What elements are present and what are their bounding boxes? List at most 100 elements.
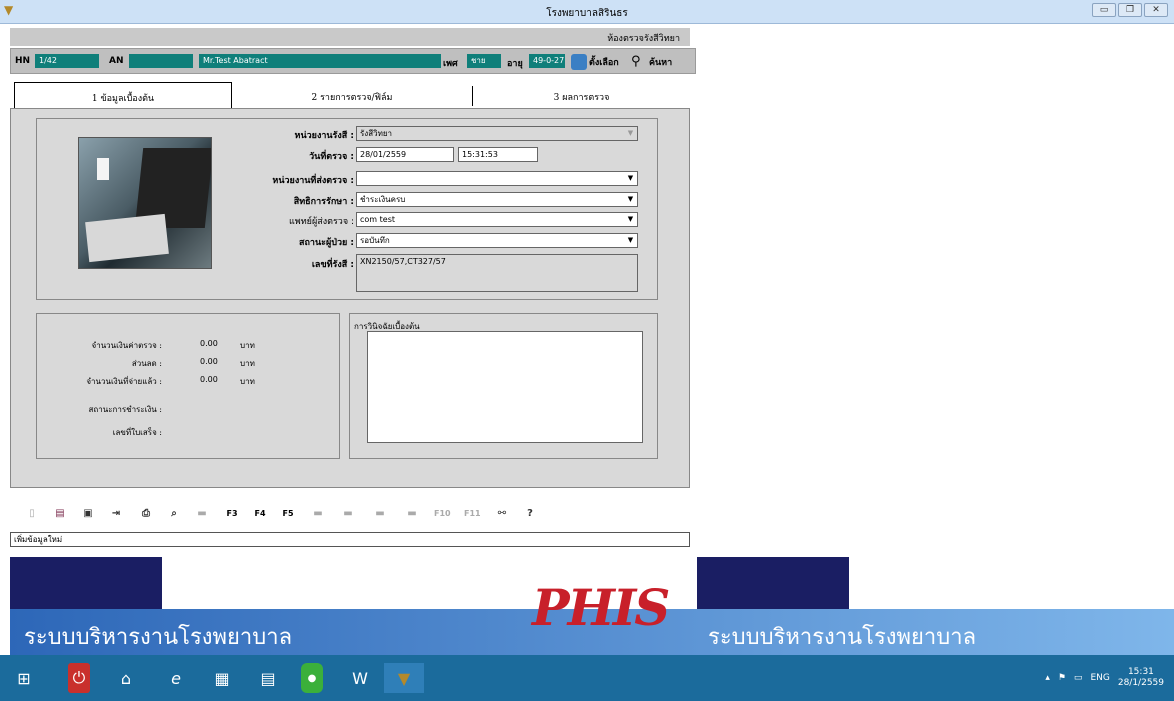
line-icon[interactable]: ● — [301, 663, 323, 693]
hn-label: HN — [15, 56, 31, 66]
xray-number-field[interactable]: XN2150/57,CT327/57 — [356, 254, 638, 292]
banner-block — [697, 557, 849, 609]
age-field[interactable]: 49-0-27 — [529, 54, 565, 68]
patient-status-label: สถานะผู้ป่วย : — [298, 238, 354, 248]
phis-logo-text: PHIS — [532, 578, 670, 637]
tab-basic-info[interactable]: 1 ข้อมูลเบื้องต้น — [14, 82, 232, 108]
binoculars-icon[interactable]: ⚯ — [494, 506, 510, 522]
phis-logo: PHIS — [522, 560, 682, 650]
language-indicator[interactable]: ENG — [1090, 673, 1109, 683]
patient-bar: HN 1/42 AN Mr.Test Abatract เพศ ชาย อายุ… — [10, 48, 696, 74]
unit-select[interactable]: รังสีวิทยา ▼ — [356, 126, 638, 141]
diagnosis-textarea[interactable] — [367, 331, 643, 443]
clock[interactable]: 15:31 28/1/2559 — [1118, 667, 1164, 689]
tab-exam-list[interactable]: 2 รายการตรวจ/ฟิล์ม — [232, 82, 472, 108]
network-icon[interactable]: ▭ — [1074, 673, 1083, 683]
search-button[interactable]: ⚲ ค้นหา — [631, 51, 672, 73]
select-button-label: ตั้งเลือก — [589, 58, 619, 68]
rights-select[interactable]: ชำระเงินครบ ▼ — [356, 192, 638, 207]
form-title: ห้องตรวจรังสีวิทยา — [607, 34, 680, 44]
calculator-icon[interactable]: ▦ — [206, 663, 238, 693]
billing-unit: บาท — [240, 341, 255, 350]
chevron-down-icon: ▼ — [627, 129, 634, 137]
bottom-toolbar: ▯ ▤ ▣ ⇥ ⎙ ⌕ ▬ F3 F4 F5 ▬ ▬ ▬ ▬ F10 F11 ⚯… — [10, 500, 690, 530]
chevron-up-icon[interactable]: ▴ — [1045, 673, 1050, 683]
sex-field[interactable]: ชาย — [467, 54, 501, 68]
new-file-icon[interactable]: ▯ — [24, 506, 40, 522]
banner-text-right: ระบบบริหารงานโรงพยาบาล — [708, 625, 977, 650]
phis-app-icon[interactable]: ▼ — [384, 663, 424, 693]
magnifier-icon: ⚲ — [631, 54, 641, 69]
an-field[interactable] — [129, 54, 193, 68]
taskbar: ⊞ ⏻ ⌂ e ▦ ▤ ● W ▼ ▴ ⚑ ▭ ENG 15:31 28/1/2… — [0, 655, 1174, 701]
preview-icon[interactable]: ⌕ — [166, 506, 182, 522]
hn-field[interactable]: 1/42 — [35, 54, 99, 68]
word-icon[interactable]: W — [344, 663, 376, 693]
billing-unit: บาท — [240, 359, 255, 368]
f5-button[interactable]: F5 — [280, 506, 296, 522]
start-icon[interactable]: ⊞ — [8, 663, 40, 693]
sender-select[interactable]: ▼ — [356, 171, 638, 186]
billing-label: ส่วนลด : — [131, 359, 162, 368]
rights-value: ชำระเงินครบ — [360, 195, 406, 204]
system-tray: ▴ ⚑ ▭ ENG 15:31 28/1/2559 — [1045, 667, 1164, 689]
select-button[interactable]: ตั้งเลือก — [571, 51, 619, 73]
maximize-button[interactable]: ❐ — [1118, 3, 1142, 17]
patient-status-value: รอบันทึก — [360, 236, 390, 245]
billing-label: จำนวนเงินค่าตรวจ : — [91, 341, 162, 350]
rights-label: สิทธิการรักษา : — [293, 197, 354, 207]
tab-results[interactable]: 3 ผลการตรวจ — [473, 82, 690, 108]
search-button-label: ค้นหา — [649, 58, 673, 68]
patient-photo — [78, 137, 212, 269]
print-icon[interactable]: ⎙ — [138, 506, 154, 522]
xray-number-label: เลขที่รังสี : — [311, 260, 354, 270]
title-bar: ▼ โรงพยาบาลสิรินธร ▭ ❐ ✕ — [0, 0, 1174, 24]
image-icon[interactable]: ▬ — [404, 506, 420, 522]
image-icon[interactable]: ▬ — [372, 506, 388, 522]
time-field[interactable]: 15:31:53 — [458, 147, 538, 162]
close-button[interactable]: ✕ — [1144, 3, 1168, 17]
delete-icon[interactable]: ▤ — [52, 506, 68, 522]
date-field[interactable]: 28/01/2559 — [356, 147, 454, 162]
tab-strip: 1 ข้อมูลเบื้องต้น 2 รายการตรวจ/ฟิล์ม 3 ผ… — [10, 82, 690, 108]
sex-label: เพศ — [443, 59, 458, 69]
billing-label: เลขที่ใบเสร็จ : — [112, 428, 162, 437]
unit-label: หน่วยงานรังสี : — [294, 131, 354, 141]
window-controls: ▭ ❐ ✕ — [1092, 3, 1168, 17]
file-explorer-icon[interactable]: ▤ — [252, 663, 284, 693]
chevron-down-icon: ▼ — [627, 174, 634, 182]
save-icon[interactable]: ▣ — [80, 506, 96, 522]
folder-icon — [571, 54, 587, 70]
patient-name-field[interactable]: Mr.Test Abatract — [199, 54, 441, 68]
age-label: อายุ — [507, 59, 523, 69]
clock-time: 15:31 — [1127, 667, 1154, 677]
chevron-down-icon: ▼ — [627, 215, 634, 223]
doctor-label: แพทย์ผู้ส่งตรวจ : — [289, 217, 354, 227]
home-icon[interactable]: ⌂ — [110, 663, 142, 693]
doctor-select[interactable]: com test ▼ — [356, 212, 638, 227]
billing-unit: บาท — [240, 377, 255, 386]
f3-button[interactable]: F3 — [224, 506, 240, 522]
minimize-button[interactable]: ▭ — [1092, 3, 1116, 17]
chevron-down-icon: ▼ — [627, 195, 634, 203]
browser-icon[interactable]: e — [160, 663, 192, 693]
image-icon[interactable]: ▬ — [194, 506, 210, 522]
power-icon[interactable]: ⏻ — [68, 663, 90, 693]
image-icon[interactable]: ▬ — [340, 506, 356, 522]
flag-icon[interactable]: ⚑ — [1058, 673, 1066, 683]
billing-value: 0.00 — [200, 339, 218, 348]
image-icon[interactable]: ▬ — [310, 506, 326, 522]
billing-value: 0.00 — [200, 375, 218, 384]
chevron-down-icon: ▼ — [627, 236, 634, 244]
exit-icon[interactable]: ⇥ — [108, 506, 124, 522]
f11-button[interactable]: F11 — [464, 506, 481, 522]
help-icon[interactable]: ? — [522, 506, 538, 522]
billing-value: 0.00 — [200, 357, 218, 366]
patient-status-select[interactable]: รอบันทึก ▼ — [356, 233, 638, 248]
window-title: โรงพยาบาลสิรินธร — [546, 8, 628, 19]
f4-button[interactable]: F4 — [252, 506, 268, 522]
date-label: วันที่ตรวจ : — [309, 152, 354, 162]
an-label: AN — [109, 56, 124, 66]
f10-button[interactable]: F10 — [434, 506, 451, 522]
banner-block — [10, 557, 162, 609]
